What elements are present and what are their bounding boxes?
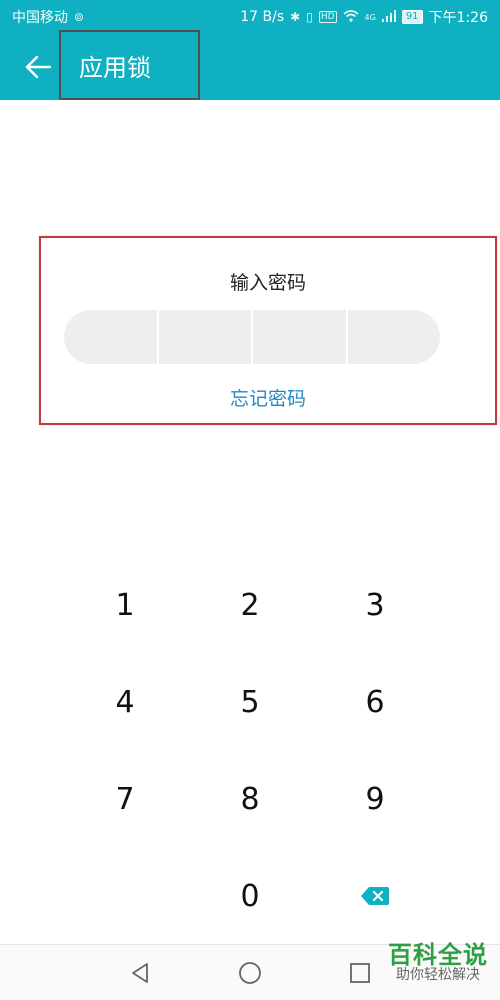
key-6[interactable]: 6 xyxy=(330,667,420,737)
key-9[interactable]: 9 xyxy=(330,764,420,834)
app-bar: 应用锁 xyxy=(0,30,500,100)
pin-input[interactable] xyxy=(64,310,440,364)
pin-slot-1 xyxy=(64,310,159,364)
watermark-title: 百科全说 xyxy=(388,941,488,969)
watermark: 百科全说 助你轻松解决 xyxy=(388,942,488,984)
wifi-icon xyxy=(342,9,359,25)
clock: 下午1:26 xyxy=(428,10,488,26)
password-prompt: 输入密码 xyxy=(229,272,306,294)
nav-recent-button[interactable] xyxy=(344,957,376,989)
pin-slot-4 xyxy=(348,310,441,364)
triangle-back-icon xyxy=(132,963,148,983)
network-speed: 17 B/s xyxy=(240,9,285,25)
pin-slot-2 xyxy=(159,310,253,364)
arrow-left-icon xyxy=(25,55,52,79)
network-type: 4G xyxy=(364,12,376,22)
battery-level: 91 xyxy=(401,10,423,24)
watermark-subtitle: 助你轻松解决 xyxy=(396,967,480,984)
forgot-password-link[interactable]: 忘记密码 xyxy=(41,384,495,411)
vibrate-icon: ▯ xyxy=(306,10,313,24)
key-2[interactable]: 2 xyxy=(205,570,295,640)
backspace-icon xyxy=(361,887,389,905)
signal-icon xyxy=(381,9,396,25)
bluetooth-icon: ✱ xyxy=(290,10,301,24)
sync-icon: ⊚ xyxy=(74,10,85,24)
key-5[interactable]: 5 xyxy=(205,667,295,737)
key-7[interactable]: 7 xyxy=(80,764,170,834)
back-button[interactable] xyxy=(10,34,66,100)
key-0[interactable]: 0 xyxy=(205,861,295,931)
key-8[interactable]: 8 xyxy=(205,764,295,834)
square-recent-icon xyxy=(350,963,370,983)
key-4[interactable]: 4 xyxy=(80,667,170,737)
status-bar: 中国移动 ⊚ 17 B/s ✱ ▯ HD 4G 91 下午1:26 xyxy=(0,0,500,34)
password-panel: 输入密码 忘记密码 xyxy=(39,236,497,425)
hd-badge: HD xyxy=(318,11,337,23)
nav-back-button[interactable] xyxy=(124,957,156,989)
pin-slot-3 xyxy=(253,310,348,364)
page-title: 应用锁 xyxy=(79,53,151,82)
delete-button[interactable] xyxy=(330,861,420,931)
key-1[interactable]: 1 xyxy=(80,570,170,640)
circle-home-icon xyxy=(239,962,261,984)
nav-home-button[interactable] xyxy=(234,957,266,989)
title-highlight: 应用锁 xyxy=(59,30,200,100)
key-3[interactable]: 3 xyxy=(330,570,420,640)
carrier-label: 中国移动 xyxy=(12,10,68,26)
